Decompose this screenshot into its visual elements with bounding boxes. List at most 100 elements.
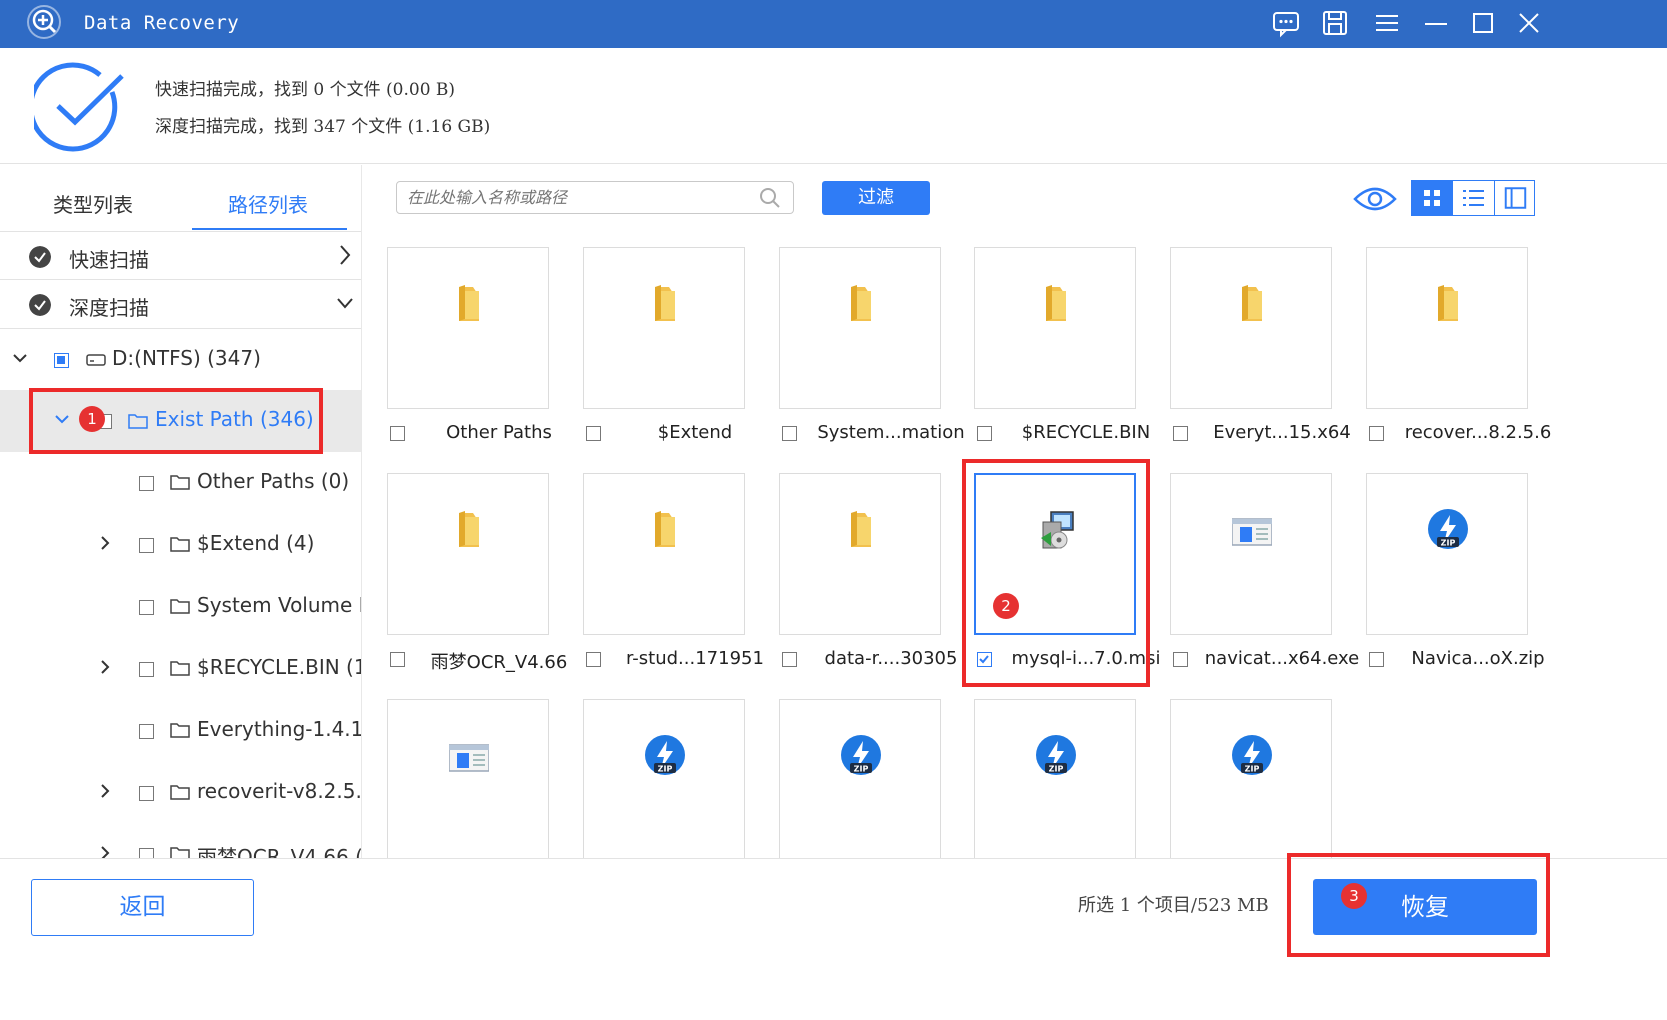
tree-item-recycle-bin[interactable]: $RECYCLE.BIN (1) [0,638,362,700]
search-input[interactable] [396,181,794,214]
chevron-down-icon[interactable] [13,349,27,367]
menu-icon[interactable] [1372,8,1402,38]
item-checkbox[interactable] [139,662,154,677]
active-tab-indicator [192,228,347,230]
scan-summary: 快速扫描完成，找到 0 个文件 (0.00 B) 深度扫描完成，找到 347 个… [0,48,1667,164]
item-checkbox[interactable] [139,476,154,491]
drive-checkbox[interactable] [54,353,69,368]
file-name: Everyt...15.x64 [1213,422,1351,443]
file-card-folder[interactable] [974,247,1136,409]
file-checkbox[interactable] [586,652,601,667]
file-card-folder[interactable] [779,473,941,635]
file-name: data-r....30305 [824,648,958,669]
quick-scan-row[interactable]: 快速扫描 [0,231,361,280]
file-checkbox[interactable] [1369,652,1384,667]
file-checkbox[interactable] [782,426,797,441]
zip-file-icon: ZIP [1428,509,1468,549]
check-circle-icon [29,294,51,316]
item-checkbox[interactable] [139,724,154,739]
file-checkbox[interactable] [782,652,797,667]
tab-type-list[interactable]: 类型列表 [53,189,133,218]
file-checkbox[interactable] [390,652,405,667]
file-card-zip[interactable]: ZIP [583,699,745,858]
grid-view-icon[interactable] [1412,181,1453,215]
deep-scan-row[interactable]: 深度扫描 [0,279,361,328]
tree-item-extend[interactable]: $Extend (4) [0,514,361,576]
file-card-zip[interactable]: ZIP [779,699,941,858]
file-card-zip[interactable]: ZIP [1170,699,1332,858]
tree-item-label: 雨梦OCR_V4.66 (1 [197,845,362,858]
folder-icon [170,599,190,614]
preview-eye-icon[interactable] [1353,185,1397,213]
search-icon[interactable] [759,187,781,209]
item-checkbox[interactable] [139,786,154,801]
tree-item-other-paths[interactable]: Other Paths (0) [0,452,361,514]
file-checkbox[interactable] [1173,426,1188,441]
file-checkbox[interactable] [1369,426,1384,441]
chevron-down-icon[interactable] [336,292,354,314]
file-card-folder[interactable] [387,247,549,409]
file-card-exe[interactable] [387,699,549,858]
tree-item-label: System Volume In [197,593,362,617]
folder-icon [1438,285,1458,321]
file-label-row: data-r....30305 [782,648,978,672]
tree-drive-row[interactable]: D:(NTFS) (347) [0,328,361,390]
tab-path-list[interactable]: 路径列表 [228,189,308,218]
file-card-folder[interactable] [1366,247,1528,409]
feedback-icon[interactable] [1271,8,1301,38]
folder-icon [170,661,190,676]
file-name: 雨梦OCR_V4.66 [430,652,568,673]
file-label-row: Other Paths [390,422,586,446]
close-icon[interactable] [1514,8,1544,38]
item-checkbox[interactable] [139,538,154,553]
tree-item-recoverit[interactable]: recoverit-v8.2.5.6 [0,762,361,824]
file-checkbox[interactable] [586,426,601,441]
chevron-right-icon[interactable] [98,534,112,552]
file-checkbox[interactable] [1173,652,1188,667]
scan-complete-check-icon [34,62,124,152]
exe-file-icon [449,744,489,772]
list-view-icon[interactable] [1453,181,1494,215]
folder-icon [170,475,190,490]
item-checkbox[interactable] [139,600,154,615]
folder-icon [851,285,871,321]
file-checkbox[interactable] [977,426,992,441]
folder-icon [851,511,871,547]
file-name: Other Paths [446,422,552,443]
file-name: navicat...x64.exe [1204,648,1360,669]
file-card-folder[interactable] [1170,247,1332,409]
file-card-folder[interactable] [583,473,745,635]
tree-item-system-volume[interactable]: System Volume In [0,576,362,638]
filter-button[interactable]: 过滤 [822,181,930,215]
file-card-folder[interactable] [779,247,941,409]
tree-item-label: Everything-1.4.1.1( [197,717,362,741]
file-card-folder[interactable] [387,473,549,635]
file-card-folder[interactable] [583,247,745,409]
tree-item-everything[interactable]: Everything-1.4.1.1( [0,700,362,762]
file-card-zip[interactable]: ZIP [974,699,1136,858]
file-name: Navica...oX.zip [1411,648,1545,669]
chevron-right-icon[interactable] [98,658,112,676]
chevron-right-icon[interactable] [336,244,354,266]
tree-item-label: $Extend (4) [197,531,315,555]
save-icon[interactable] [1320,8,1350,38]
item-checkbox[interactable] [139,848,154,858]
zip-file-icon: ZIP [841,735,881,775]
file-card-zip[interactable]: ZIP [1366,473,1528,635]
file-label-row: $RECYCLE.BIN [977,422,1173,446]
back-button[interactable]: 返回 [31,879,254,936]
svg-text:ZIP: ZIP [854,765,869,774]
check-circle-icon [29,246,51,268]
detail-view-icon[interactable] [1494,181,1535,215]
file-card-exe[interactable] [1170,473,1332,635]
exe-file-icon [1232,518,1272,546]
chevron-right-icon[interactable] [98,782,112,800]
file-grid: Other Paths $Extend System...mation $RECYCL… [363,231,1667,858]
file-name: $RECYCLE.BIN [1021,422,1151,443]
tree-item-yumeng-ocr[interactable]: 雨梦OCR_V4.66 (1 [0,824,362,858]
tree-item-label: $RECYCLE.BIN (1) [197,655,362,679]
minimize-icon[interactable] [1421,8,1451,38]
maximize-icon[interactable] [1468,8,1498,38]
file-checkbox[interactable] [390,426,405,441]
chevron-right-icon[interactable] [98,844,112,858]
